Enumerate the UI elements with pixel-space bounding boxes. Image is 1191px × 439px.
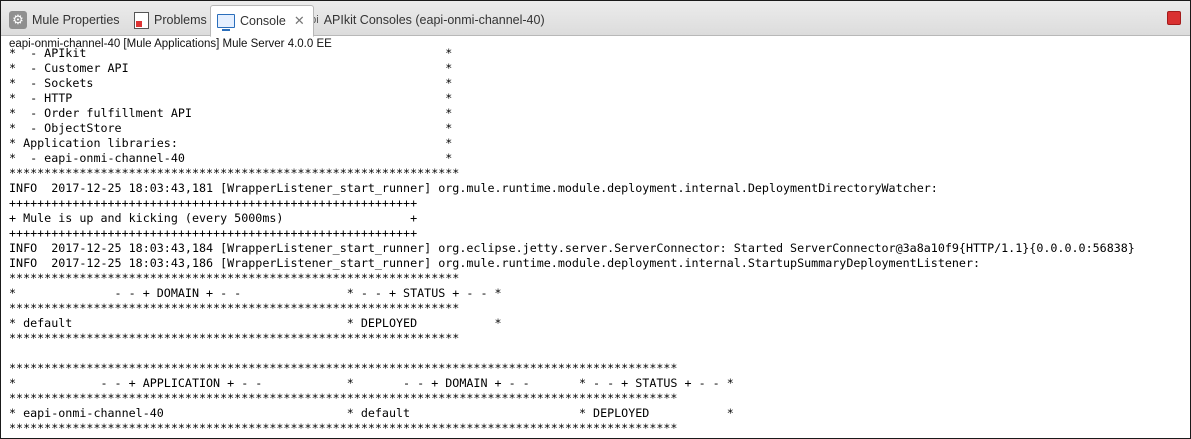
tab-console[interactable]: Console ✕ <box>210 5 314 37</box>
console-line: ****************************************… <box>9 331 460 345</box>
console-line: * - ObjectStore * <box>9 121 453 135</box>
console-icon <box>217 14 235 31</box>
tab-label: Problems <box>154 13 207 27</box>
tab-label: APIkit Consoles (eapi-onmi-channel-40) <box>323 13 545 27</box>
console-output[interactable]: * - APIkit * * - Customer API * * - Socket… <box>9 46 1190 438</box>
console-line: ****************************************… <box>9 391 678 405</box>
tab-label: Mule Properties <box>32 13 120 27</box>
console-line: * - Customer API * <box>9 61 453 75</box>
console-line: ++++++++++++++++++++++++++++++++++++++++… <box>9 196 418 210</box>
console-line: ****************************************… <box>9 421 678 435</box>
console-line: ****************************************… <box>9 301 460 315</box>
console-line: INFO 2017-12-25 18:03:43,181 [WrapperLis… <box>9 181 938 195</box>
tab-label: Console <box>240 14 286 28</box>
console-line: * - APIkit * <box>9 46 453 60</box>
console-line: INFO 2017-12-25 18:03:43,184 [WrapperLis… <box>9 241 1135 255</box>
console-line: INFO 2017-12-25 18:03:43,186 [WrapperLis… <box>9 256 981 270</box>
console-line: * - - + APPLICATION + - - * - - + DOMAIN… <box>9 376 734 390</box>
tab-apikit-consoles[interactable]: api APIkit Consoles (eapi-onmi-channel-4… <box>304 5 545 35</box>
close-icon[interactable]: ✕ <box>294 13 305 29</box>
stop-icon[interactable] <box>1167 11 1181 25</box>
console-line: ++++++++++++++++++++++++++++++++++++++++… <box>9 226 418 240</box>
console-line: ****************************************… <box>9 166 460 180</box>
console-line: * default * DEPLOYED * <box>9 316 502 330</box>
console-line: * - eapi-onmi-channel-40 * <box>9 151 453 165</box>
problems-icon <box>134 11 149 29</box>
gear-icon: ⚙ <box>9 11 27 29</box>
console-line: ****************************************… <box>9 361 678 375</box>
console-line: * - - + DOMAIN + - - * - - + STATUS + - … <box>9 286 502 300</box>
console-line: + Mule is up and kicking (every 5000ms) … <box>9 211 418 225</box>
view-tab-bar: ⚙ Mule Properties Problems Console ✕ api… <box>1 1 1190 37</box>
console-line: * - HTTP * <box>9 91 453 105</box>
console-line: * - Order fulfillment API * <box>9 106 453 120</box>
console-line: * Application libraries: * <box>9 136 453 150</box>
console-line: ****************************************… <box>9 271 460 285</box>
console-window: ⚙ Mule Properties Problems Console ✕ api… <box>0 0 1191 439</box>
tab-mule-properties[interactable]: ⚙ Mule Properties <box>9 5 120 35</box>
tab-problems[interactable]: Problems <box>134 5 207 35</box>
console-line: * - Sockets * <box>9 76 453 90</box>
console-line: * eapi-onmi-channel-40 * default * DEPLO… <box>9 406 734 420</box>
